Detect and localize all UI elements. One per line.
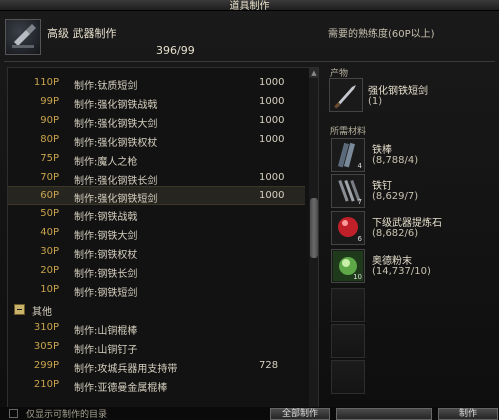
category-toggle-other[interactable]: 其他: [12, 300, 292, 319]
recipe-name: 制作:攻城兵器用支持带: [74, 364, 178, 375]
iron-bar-icon: 4: [331, 138, 365, 172]
anvil-icon: [5, 19, 41, 55]
recipe-row[interactable]: 90P 制作:强化钢铁大剑 1000: [8, 112, 305, 131]
recipe-level: 80P: [40, 134, 59, 145]
recipe-name: 制作:强化钢铁战戟: [74, 100, 158, 111]
recipe-row[interactable]: 40P 制作:钢铁大剑: [8, 224, 305, 243]
recipe-level: 299P: [33, 360, 59, 371]
recipe-name: 制作:钛质短剑: [74, 81, 138, 92]
recipe-level: 70P: [40, 172, 59, 183]
recipe-name: 制作:钢铁权杖: [74, 250, 138, 261]
product-name: 强化钢铁短剑: [368, 86, 428, 97]
item-badge: 6: [357, 235, 362, 243]
recipe-row[interactable]: 80P 制作:强化钢铁权杖 1000: [8, 131, 305, 150]
material-count: (14,737/10): [372, 266, 431, 277]
scroll-thumb[interactable]: [310, 198, 318, 258]
recipe-row[interactable]: 30P 制作:钢铁权杖: [8, 243, 305, 262]
recipe-qty: 1000: [259, 134, 285, 145]
item-badge: 4: [357, 162, 362, 170]
list-scrollbar[interactable]: ▲ ▼: [309, 68, 318, 417]
craft-category-title: 高级 武器制作: [47, 27, 117, 40]
recipe-level: 10P: [40, 284, 59, 295]
product-count: (1): [368, 96, 383, 107]
recipe-row[interactable]: 210P 制作:亚德曼金属棍棒: [8, 376, 305, 395]
quantity-stepper[interactable]: [336, 408, 432, 420]
recipe-row[interactable]: 20P 制作:钢铁长剑: [8, 262, 305, 281]
recipe-level: 210P: [33, 379, 59, 390]
recipe-level: 20P: [40, 265, 59, 276]
recipe-level: 90P: [40, 115, 59, 126]
craft-button[interactable]: 制作: [438, 408, 498, 420]
material-name: 奥德粉末: [372, 256, 412, 267]
recipe-row[interactable]: 10P 制作:钢铁短剑: [8, 281, 305, 300]
craftable-only-checkbox[interactable]: [9, 409, 18, 418]
material-count: (8,788/4): [372, 155, 419, 166]
iron-nail-icon: 7: [331, 174, 365, 208]
material-name: 铁棒: [372, 145, 392, 156]
recipe-row[interactable]: 110P 制作:钛质短剑 1000: [8, 74, 305, 93]
recipe-level: 40P: [40, 227, 59, 238]
recipe-name: 制作:钢铁战戟: [74, 212, 138, 223]
window-title: 道具制作: [229, 1, 270, 12]
material-name: 铁钉: [372, 181, 392, 192]
recipe-row[interactable]: 310P 制作:山铜棍棒: [8, 319, 305, 338]
recipe-name: 制作:强化钢铁长剑: [74, 176, 158, 187]
recipe-name: 制作:钢铁大剑: [74, 231, 138, 242]
recipe-qty: 1000: [259, 190, 285, 201]
recipe-row[interactable]: 299P 制作:攻城兵器用支持带 728: [8, 357, 305, 376]
recipe-level: 110P: [33, 77, 59, 88]
material-name: 下级武器提炼石: [372, 218, 442, 229]
recipe-row-selected[interactable]: 60P 制作:强化钢铁短剑 1000: [8, 186, 305, 205]
proficiency-count: 396/99: [156, 44, 195, 57]
recipe-name: 制作:强化钢铁大剑: [74, 119, 158, 130]
recipe-name: 制作:魔人之枪: [74, 157, 138, 168]
materials-label: 所需材料: [330, 127, 367, 137]
recipe-name: 制作:山铜钉子: [74, 345, 138, 356]
recipe-row[interactable]: 75P 制作:魔人之枪: [8, 150, 305, 169]
recipe-name: 制作:钢铁短剑: [74, 288, 138, 299]
material-count: (8,682/6): [372, 228, 419, 239]
dagger-icon: [329, 78, 363, 112]
recipe-name: 制作:钢铁长剑: [74, 269, 138, 280]
recipe-row[interactable]: 305P 制作:山铜钉子: [8, 338, 305, 357]
category-label: 其他: [32, 307, 52, 318]
craftable-only-label: 仅显示可制作的目录: [26, 410, 108, 420]
recipe-level: 50P: [40, 208, 59, 219]
item-badge: 7: [357, 198, 362, 206]
refining-stone-icon: 6: [331, 211, 365, 245]
title-bar[interactable]: 道具制作: [0, 0, 499, 12]
recipe-level: 75P: [40, 153, 59, 164]
scroll-up-icon[interactable]: ▲: [309, 68, 318, 78]
recipe-qty: 728: [259, 360, 279, 371]
powder-icon: 10: [331, 249, 365, 283]
crafting-window: 道具制作 高级 武器制作 396/99 需要的熟练度(60P以上) 110P 制作…: [0, 0, 499, 420]
recipe-list: 110P 制作:钛质短剑 1000 99P 制作:强化钢铁战戟 1000 90P 制作:强…: [7, 67, 319, 418]
empty-material-slot: [331, 324, 365, 358]
empty-material-slot: [331, 288, 365, 322]
recipe-level: 99P: [40, 96, 59, 107]
item-badge: 10: [353, 273, 362, 281]
recipe-level: 310P: [33, 322, 59, 333]
recipe-level: 305P: [33, 341, 59, 352]
recipe-name: 制作:强化钢铁短剑: [74, 194, 158, 205]
collapse-icon[interactable]: [14, 304, 25, 315]
recipe-qty: 1000: [259, 115, 285, 126]
recipe-qty: 1000: [259, 96, 285, 107]
recipe-level: 60P: [40, 190, 59, 201]
recipe-qty: 1000: [259, 172, 285, 183]
recipe-row[interactable]: 50P 制作:钢铁战戟: [8, 205, 305, 224]
required-proficiency: 需要的熟练度(60P以上): [328, 29, 435, 40]
recipe-row[interactable]: 99P 制作:强化钢铁战戟 1000: [8, 93, 305, 112]
craft-all-button[interactable]: 全部制作: [270, 408, 330, 420]
recipe-qty: 1000: [259, 77, 285, 88]
recipe-name: 制作:强化钢铁权杖: [74, 138, 158, 149]
recipe-level: 30P: [40, 246, 59, 257]
divider: [4, 61, 495, 62]
recipe-name: 制作:山铜棍棒: [74, 326, 138, 337]
empty-material-slot: [331, 360, 365, 394]
recipe-name: 制作:亚德曼金属棍棒: [74, 383, 168, 394]
material-count: (8,629/7): [372, 191, 419, 202]
